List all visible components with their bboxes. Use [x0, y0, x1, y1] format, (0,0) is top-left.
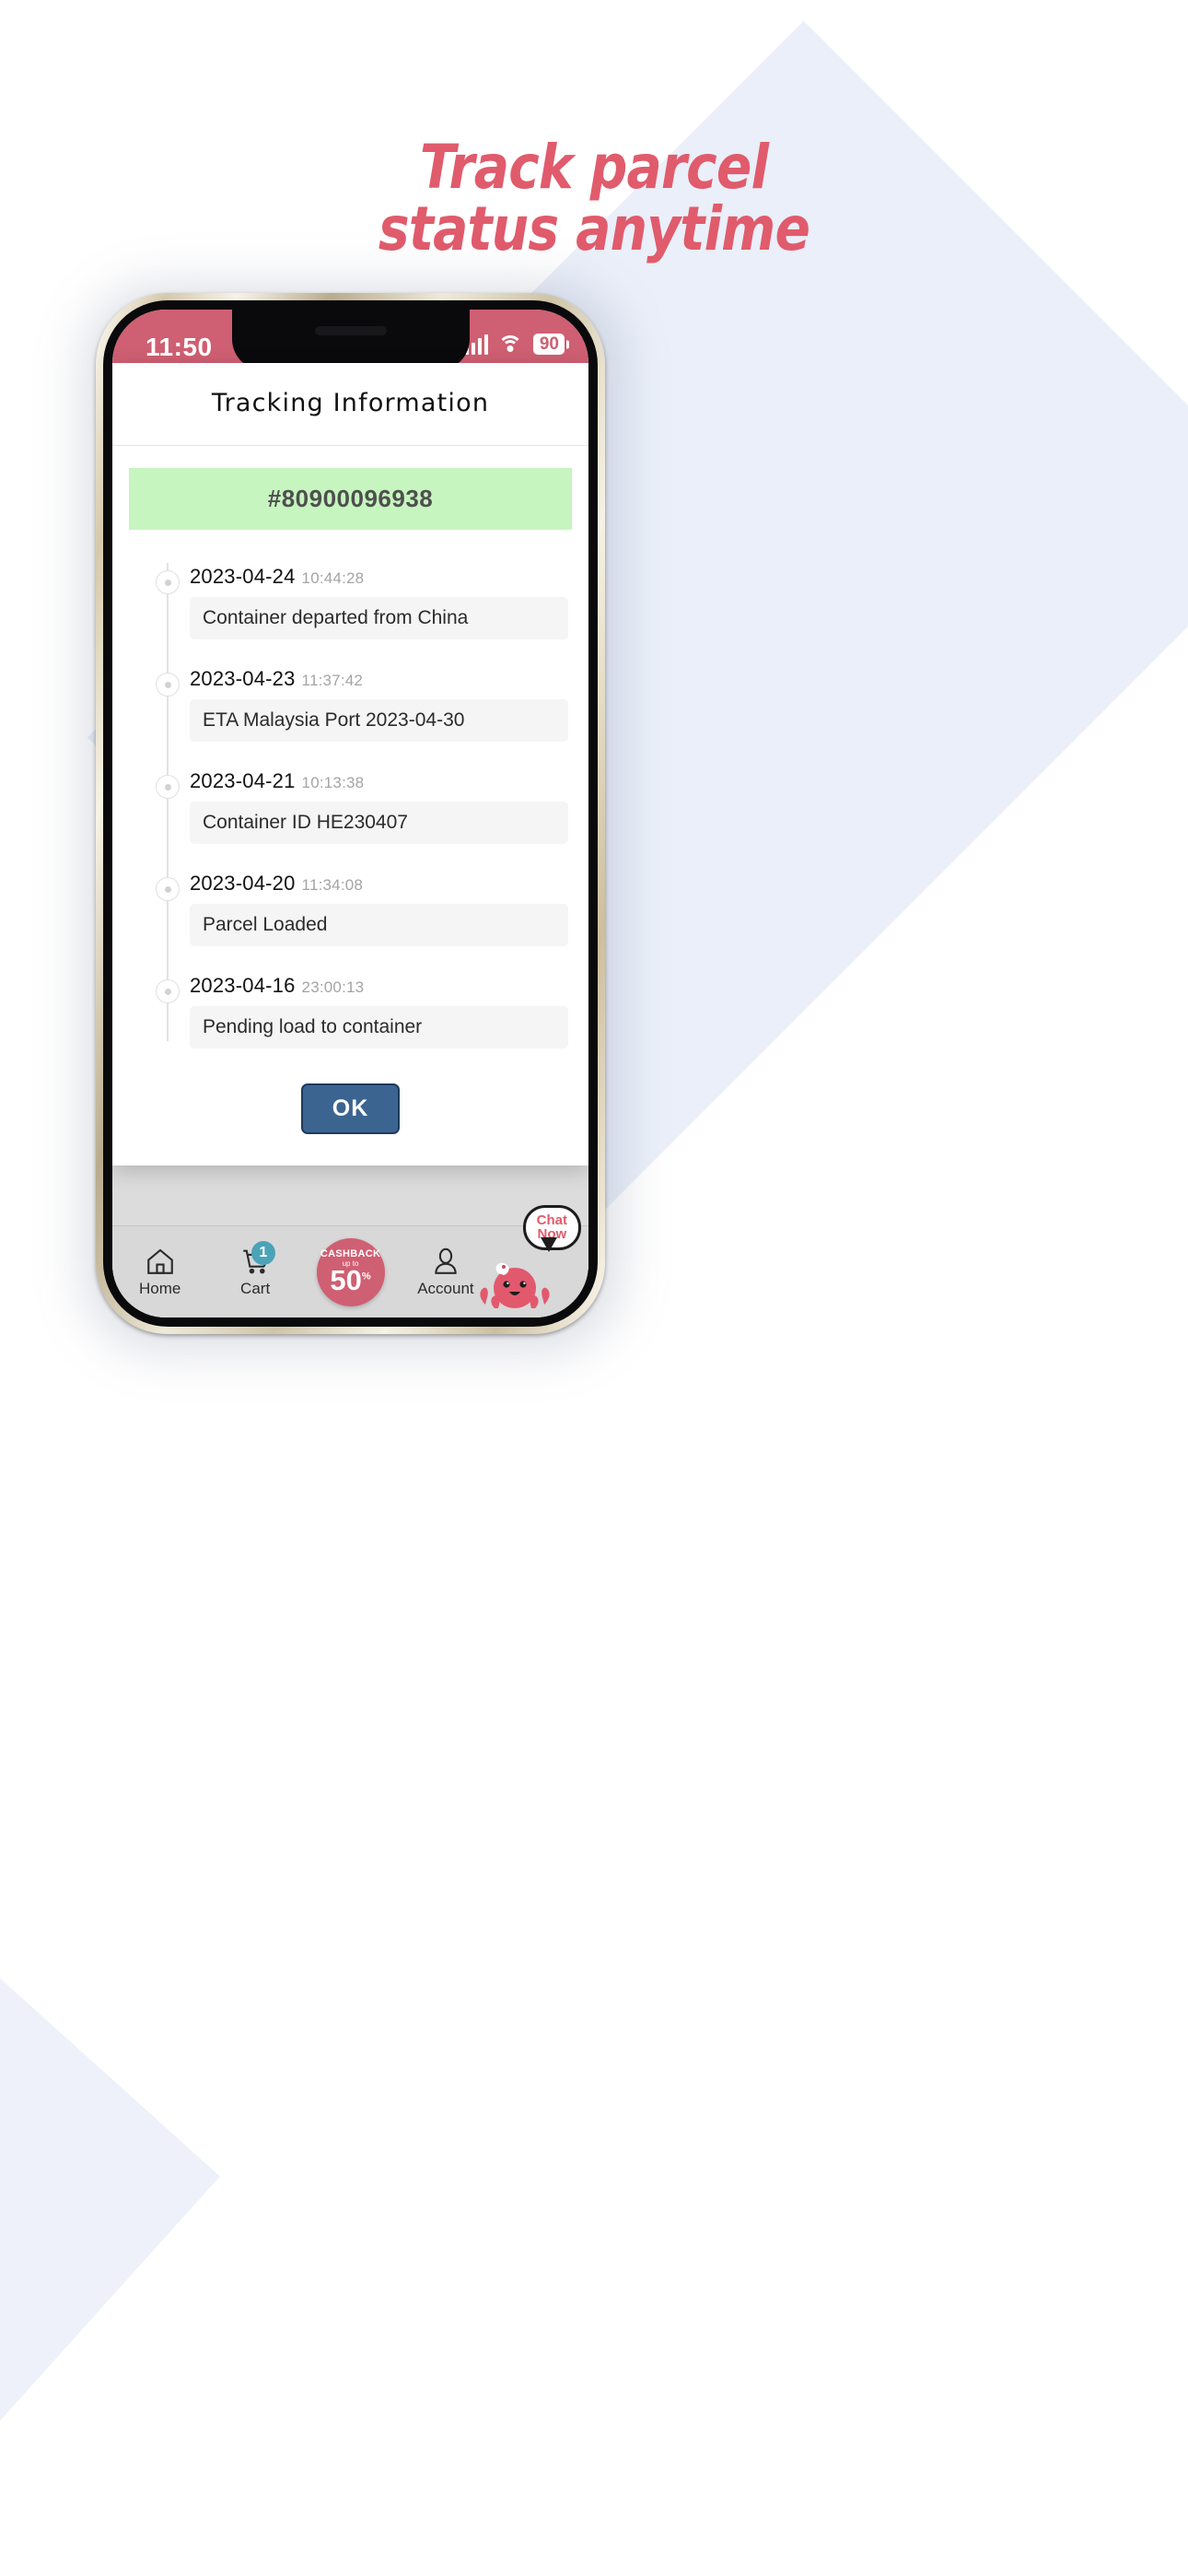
event-time: 23:00:13	[301, 978, 365, 996]
status-time: 11:50	[146, 333, 213, 361]
timeline-dot-icon	[156, 979, 180, 1003]
cashback-title: CASHBACK	[320, 1248, 381, 1259]
timeline-event: 2023-04-23 11:37:42 ETA Malaysia Port 202…	[112, 654, 588, 756]
background-diagonal-left	[0, 1622, 220, 2576]
account-icon	[430, 1246, 461, 1277]
event-date: 2023-04-23	[190, 667, 296, 690]
timeline-dot-icon	[156, 775, 180, 799]
timeline-dot-icon	[156, 673, 180, 697]
dialog-actions: OK	[112, 1072, 588, 1165]
event-description: Pending load to container	[190, 1006, 568, 1048]
chat-bubble-line-1: Chat	[536, 1212, 567, 1228]
timeline-event-header: 2023-04-23 11:37:42	[190, 667, 568, 691]
chat-now-widget[interactable]: Chat Now	[472, 1205, 583, 1312]
cart-badge: 1	[250, 1241, 275, 1265]
battery-icon: 90	[532, 334, 565, 355]
phone-mockup: 11:50 90 On	[83, 284, 622, 1352]
chat-bubble: Chat Now	[522, 1205, 581, 1252]
timeline-event: 2023-04-24 10:44:28 Container departed fr…	[112, 552, 588, 654]
chat-bubble-line-2: Now	[537, 1226, 567, 1242]
timeline-event-header: 2023-04-24 10:44:28	[190, 565, 568, 589]
event-time: 11:34:08	[301, 876, 364, 894]
tracking-timeline: 2023-04-24 10:44:28 Container departed fr…	[112, 537, 588, 1072]
cashback-badge: CASHBACK up to 50%	[316, 1237, 385, 1306]
event-description: Parcel Loaded	[190, 904, 568, 946]
timeline-dot-icon	[156, 877, 180, 901]
nav-label-account: Account	[417, 1280, 474, 1297]
nav-item-cart[interactable]: 1 Cart	[207, 1226, 302, 1317]
timeline-event-header: 2023-04-20 11:34:08	[190, 872, 568, 896]
status-indicators: 90	[464, 334, 565, 355]
dialog-title: Tracking Information	[112, 363, 588, 446]
event-time: 10:13:38	[301, 774, 365, 791]
nav-label-home: Home	[139, 1280, 181, 1297]
tracking-number-banner: #80900096938	[129, 468, 572, 530]
event-time: 11:37:42	[301, 672, 364, 689]
event-description: Container departed from China	[190, 597, 568, 639]
timeline-event: 2023-04-20 11:34:08 Parcel Loaded	[112, 859, 588, 961]
event-date: 2023-04-16	[190, 974, 296, 997]
phone-screen: 11:50 90 On	[112, 310, 588, 1317]
timeline-event-header: 2023-04-16 23:00:13	[190, 974, 568, 998]
headline-line-2: status anytime	[378, 193, 810, 265]
promo-headline: Track parcel status anytime	[83, 136, 1104, 261]
octopus-mascot-icon	[480, 1262, 550, 1308]
event-date: 2023-04-21	[190, 769, 296, 792]
timeline-dot-icon	[156, 570, 180, 594]
timeline-event: 2023-04-21 10:13:38 Container ID HE230407	[112, 756, 588, 859]
event-date: 2023-04-20	[190, 872, 296, 895]
wifi-icon	[497, 334, 523, 354]
nav-label-cart: Cart	[240, 1280, 271, 1297]
event-time: 10:44:28	[301, 569, 365, 587]
event-description: Container ID HE230407	[190, 802, 568, 844]
cashback-value: 50	[330, 1264, 362, 1296]
phone-notch	[231, 310, 470, 370]
cashback-unit: %	[361, 1270, 371, 1282]
tracking-information-dialog: Tracking Information #80900096938 2023-0…	[112, 363, 588, 1165]
ok-button[interactable]: OK	[300, 1083, 401, 1134]
nav-item-home[interactable]: Home	[112, 1226, 207, 1317]
earpiece-speaker	[314, 326, 387, 335]
nav-item-cashback[interactable]: CASHBACK up to 50%	[303, 1226, 398, 1317]
event-date: 2023-04-24	[190, 565, 296, 588]
timeline-event-header: 2023-04-21 10:13:38	[190, 769, 568, 793]
headline-line-1: Track parcel	[419, 132, 769, 203]
event-description: ETA Malaysia Port 2023-04-30	[190, 699, 568, 742]
timeline-event: 2023-04-16 23:00:13 Pending load to conta…	[112, 961, 588, 1063]
cashback-value-wrap: 50%	[330, 1266, 370, 1294]
home-icon	[145, 1246, 176, 1277]
